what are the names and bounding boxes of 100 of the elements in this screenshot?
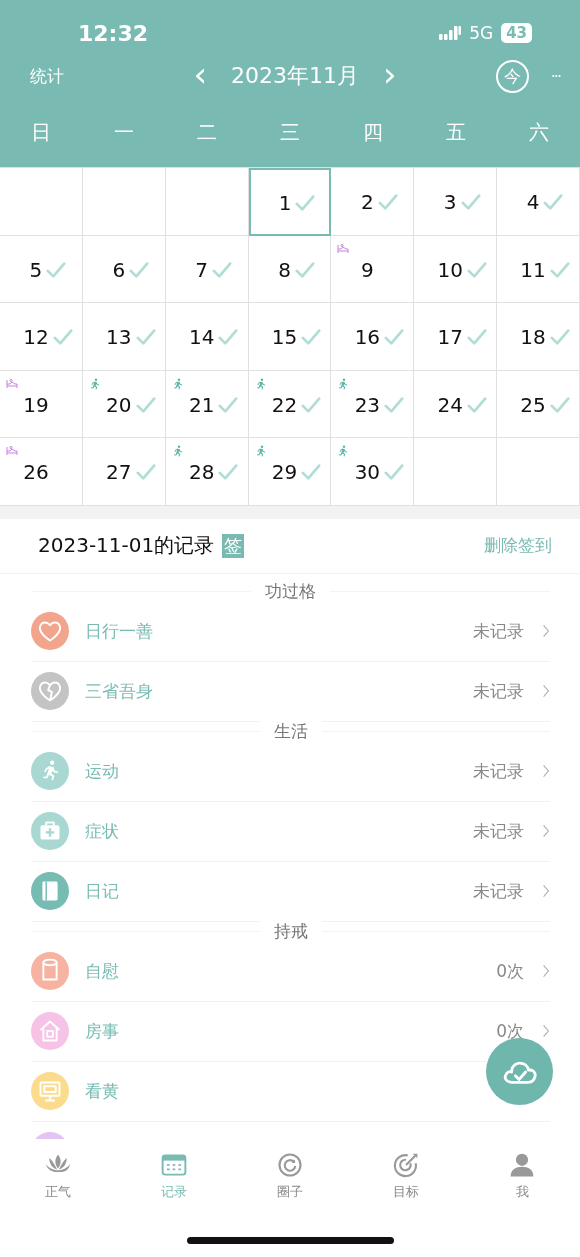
check-icon (384, 327, 405, 348)
calendar-day[interactable]: 13 (82, 303, 166, 371)
check-icon (460, 192, 481, 213)
tab-button[interactable]: 正气 (44, 1139, 72, 1219)
record-status: 0次 (496, 1019, 524, 1043)
check-icon (301, 462, 322, 483)
runner-icon (171, 445, 184, 457)
calendar-day[interactable]: 8 (248, 235, 332, 303)
calendar-day[interactable]: 20 (82, 370, 166, 438)
calendar-day[interactable]: 28 (165, 438, 249, 506)
signed-badge: 签 (222, 533, 245, 558)
bed-icon (6, 377, 18, 390)
record-status: 未记录 (473, 759, 524, 783)
check-icon (466, 259, 487, 280)
record-status: 未记录 (473, 619, 524, 643)
circle-icon (276, 1151, 304, 1179)
chevron-right-icon (542, 683, 550, 699)
calendar-day[interactable]: 19 (0, 370, 83, 438)
weekday-label: 一 (114, 119, 135, 146)
check-icon (301, 327, 322, 348)
weekday-label: 日 (31, 119, 52, 146)
check-icon (295, 192, 316, 213)
check-icon (549, 394, 570, 415)
check-icon (384, 462, 405, 483)
runner-icon (254, 445, 267, 457)
calendar-day[interactable]: 9 (331, 235, 415, 303)
weekday-label: 二 (197, 119, 218, 146)
calendar-day[interactable]: 21 (165, 370, 249, 438)
calendar-day[interactable]: 22 (248, 370, 332, 438)
section-title: 功过格 (251, 580, 330, 603)
tab-button[interactable]: 目标 (392, 1139, 420, 1219)
check-icon (135, 327, 156, 348)
calendar-day[interactable]: 11 (497, 235, 580, 303)
check-icon (377, 192, 398, 213)
check-icon (384, 394, 405, 415)
calendar-day[interactable]: 27 (82, 438, 166, 506)
record-status: 0次 (496, 959, 524, 983)
calendar-day[interactable]: 12 (0, 303, 83, 371)
tab-button[interactable]: 我 (508, 1139, 536, 1219)
bed-icon (6, 445, 18, 457)
section-title: 持戒 (259, 920, 322, 943)
calendar-day[interactable]: 1 (248, 168, 332, 236)
calendar-day[interactable]: 17 (414, 303, 498, 371)
chevron-right-icon (542, 823, 550, 839)
calendar-day[interactable]: 2 (331, 168, 415, 236)
chevron-right-icon (542, 623, 550, 639)
check-icon (218, 462, 239, 483)
check-icon (466, 327, 487, 348)
calendar-day[interactable]: 3 (414, 168, 498, 236)
check-icon (218, 394, 239, 415)
check-icon (135, 462, 156, 483)
check-icon (294, 259, 315, 280)
target-icon (392, 1151, 420, 1179)
calendar-day[interactable]: 15 (248, 303, 332, 371)
chevron-right-icon (542, 763, 550, 779)
network-label: 5G (469, 23, 494, 43)
calendar-day[interactable]: 14 (165, 303, 249, 371)
calendar-day[interactable]: 26 (0, 438, 83, 506)
runner-icon (337, 445, 350, 457)
calendar-day[interactable]: 25 (497, 370, 580, 438)
check-icon (543, 192, 564, 213)
record-status: 未记录 (473, 679, 524, 703)
calendar-day[interactable]: 24 (414, 370, 498, 438)
calendar-day[interactable]: 7 (165, 235, 249, 303)
month-title: 2023年11月 (231, 62, 359, 90)
chevron-right-icon (542, 963, 550, 979)
weekday-label: 六 (528, 119, 549, 146)
person-icon (508, 1151, 536, 1179)
weekday-label: 四 (362, 119, 383, 146)
tab-button[interactable]: 圈子 (276, 1139, 304, 1219)
check-icon (129, 259, 150, 280)
runner-icon (337, 377, 350, 390)
battery-level: 43 (501, 23, 532, 43)
calendar-day[interactable]: 23 (331, 370, 415, 438)
runner-icon (171, 377, 184, 390)
check-icon (549, 327, 570, 348)
weekday-label: 三 (280, 119, 300, 146)
clock-time: 12:32 (78, 20, 149, 46)
calendar-day[interactable]: 18 (497, 303, 580, 371)
check-icon (301, 394, 322, 415)
check-icon (52, 327, 73, 348)
runner-icon (88, 377, 101, 390)
calendar-day[interactable]: 5 (0, 235, 83, 303)
signal-icon (439, 26, 462, 40)
check-icon (46, 259, 67, 280)
check-icon (549, 259, 570, 280)
chevron-right-icon (542, 1023, 550, 1039)
calendar-day[interactable]: 29 (248, 438, 332, 506)
check-icon (466, 394, 487, 415)
calendar-day[interactable]: 6 (82, 235, 166, 303)
weekday-label: 五 (445, 119, 466, 146)
calendar-day[interactable]: 4 (497, 168, 580, 236)
record-status: 未记录 (473, 879, 524, 903)
runner-icon (254, 377, 267, 390)
check-icon (212, 259, 232, 280)
calendar-day[interactable]: 10 (414, 235, 498, 303)
calendar-day[interactable]: 16 (331, 303, 415, 371)
record-status: 未记录 (473, 819, 524, 843)
bed-icon (337, 242, 350, 255)
calendar-day[interactable]: 30 (331, 438, 415, 506)
